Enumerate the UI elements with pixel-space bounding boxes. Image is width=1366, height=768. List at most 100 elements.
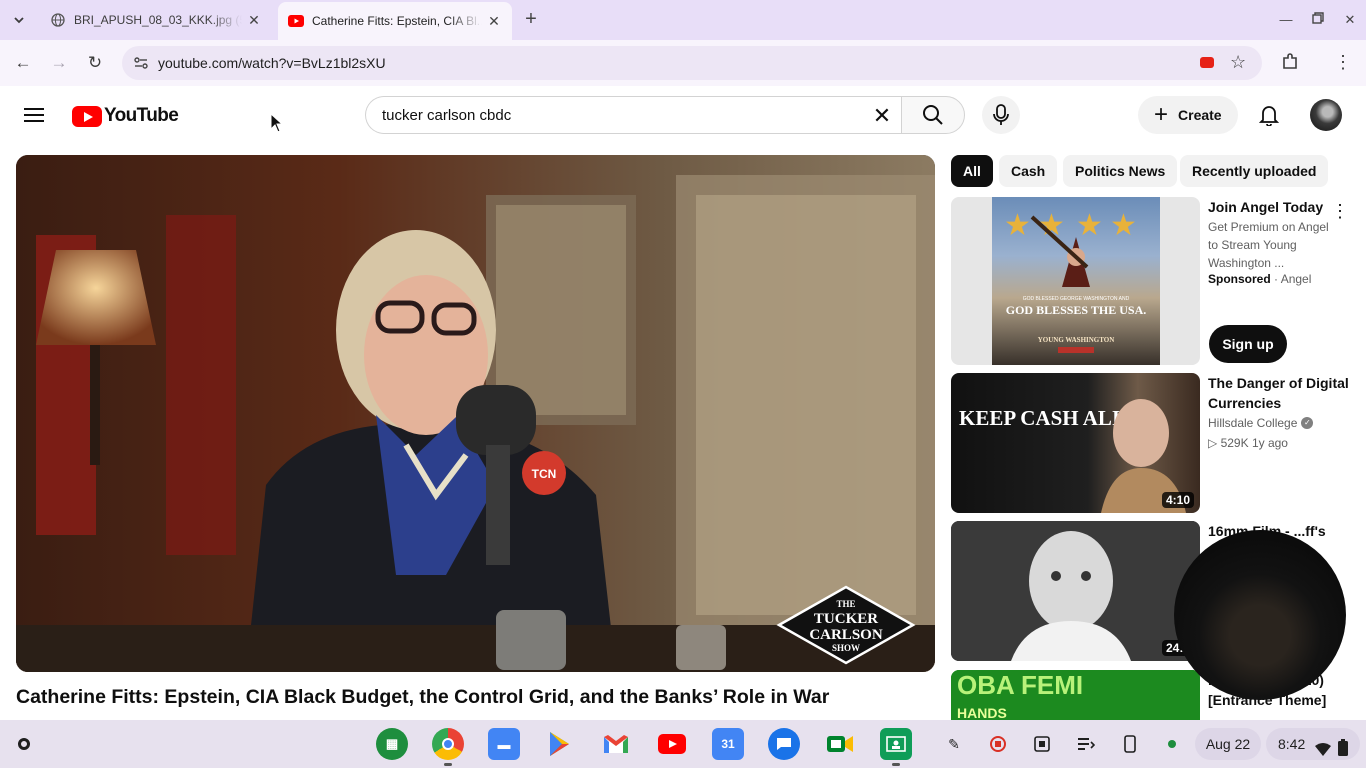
messages-icon[interactable] <box>768 728 800 760</box>
verified-check-icon: ✓ <box>1301 417 1314 429</box>
watermark-line-3: CARLSON <box>809 627 883 643</box>
guide-menu-icon[interactable] <box>24 105 48 125</box>
close-tab-icon[interactable]: ✕ <box>486 13 502 29</box>
microphone-icon <box>993 104 1009 125</box>
view-count: 529K <box>1220 436 1249 450</box>
chip-cash[interactable]: Cash <box>999 155 1058 187</box>
ad-title[interactable]: Join Angel Today <box>1208 199 1323 215</box>
close-tab-icon[interactable]: ✕ <box>246 12 262 28</box>
system-status-area[interactable]: 8:42 <box>1266 728 1360 760</box>
youtube-app-icon[interactable] <box>656 728 688 760</box>
play-count-icon: ▷ <box>1208 436 1218 450</box>
upload-age: 1y ago <box>1251 436 1288 450</box>
chip-politics-news[interactable]: Politics News <box>1063 155 1178 187</box>
clear-search-icon[interactable]: ✕ <box>869 103 895 129</box>
phone-hub-icon[interactable] <box>1120 734 1140 754</box>
back-arrow-icon[interactable]: ← <box>11 51 35 75</box>
os-shelf: ▦ ▬ 31 ✎ Aug 22 8:42 <box>0 720 1366 768</box>
related-video-thumbnail[interactable]: 24:2 <box>951 521 1200 661</box>
camera-in-use-indicator-icon <box>1162 734 1182 754</box>
new-tab-plus-icon[interactable]: + <box>520 9 542 31</box>
pen-icon[interactable]: ✎ <box>944 734 964 754</box>
battery-icon <box>1338 735 1348 767</box>
search-button[interactable] <box>901 96 965 134</box>
youtube-extension-icon[interactable] <box>1200 57 1214 68</box>
channel-name: Hillsdale College <box>1208 416 1298 430</box>
ad-poster-top-text: GOD BLESSED GEORGE WASHINGTON AND <box>1023 296 1130 302</box>
tab-title: Catherine Fitts: Epstein, CIA Bl... <box>312 14 482 28</box>
app-grid-icon[interactable]: ▦ <box>376 728 408 760</box>
ad-thumbnail[interactable]: ★ ★ ★ ★ GOD BLESSED GEORGE WASHINGTON AN… <box>951 197 1200 365</box>
classroom-icon[interactable] <box>880 728 912 766</box>
star-icon: ★ <box>1076 209 1103 242</box>
notifications-button[interactable] <box>1254 100 1284 130</box>
site-settings-icon[interactable] <box>132 54 150 72</box>
webcam-overlay <box>1174 530 1346 700</box>
screen-record-icon[interactable] <box>988 734 1008 754</box>
select-to-speak-icon[interactable] <box>1076 734 1096 754</box>
browser-tab-image[interactable]: BRI_APUSH_08_03_KKK.jpg (5... ✕ <box>40 4 272 36</box>
youtube-favicon-icon <box>288 13 304 29</box>
video-player[interactable]: TCN THE TUCKER CARLSON SHOW <box>16 155 935 672</box>
search-input[interactable]: tucker carlson cbdc ✕ <box>365 96 901 134</box>
related-video-thumbnail[interactable]: KEEP CASH ALIVE 4:10 <box>951 373 1200 513</box>
youtube-wordmark: YouTube <box>104 105 179 126</box>
star-icon: ★ <box>1110 209 1137 242</box>
extensions-puzzle-icon[interactable] <box>1280 52 1300 72</box>
tab-title: BRI_APUSH_08_03_KKK.jpg (5... <box>74 13 242 27</box>
account-avatar[interactable] <box>1310 99 1342 131</box>
thumb-text: OBA FEMI <box>957 670 1083 700</box>
address-bar[interactable]: youtube.com/watch?v=BvLz1bl2sXU ☆ <box>122 46 1262 80</box>
launcher-icon[interactable] <box>12 732 36 756</box>
screenshot-capture-icon[interactable] <box>1032 734 1052 754</box>
browser-tab-strip: BRI_APUSH_08_03_KKK.jpg (5... ✕ Catherin… <box>0 0 1366 40</box>
watermark-line-4: SHOW <box>832 643 860 653</box>
clock-time: 8:42 <box>1278 736 1306 752</box>
video-duration: 4:10 <box>1161 492 1194 508</box>
related-video-meta: ▷ 529K 1y ago <box>1208 436 1288 450</box>
bell-icon <box>1259 106 1279 126</box>
chip-all[interactable]: All <box>951 155 993 187</box>
related-video-channel[interactable]: Hillsdale College ✓ <box>1208 416 1314 430</box>
browser-toolbar: ← → ↻ youtube.com/watch?v=BvLz1bl2sXU ☆ … <box>0 40 1366 86</box>
minimize-icon[interactable]: — <box>1276 10 1296 30</box>
restore-window-icon[interactable] <box>1308 10 1328 30</box>
chrome-icon[interactable] <box>432 728 464 766</box>
forward-arrow-icon[interactable]: → <box>47 51 71 75</box>
mouse-cursor-icon <box>270 113 284 133</box>
plus-icon: + <box>1154 101 1169 128</box>
sign-up-button[interactable]: Sign up <box>1209 325 1287 363</box>
globe-icon <box>50 12 66 28</box>
related-video-title[interactable]: The Danger of Digital Currencies <box>1208 373 1358 413</box>
bookmark-star-icon[interactable]: ☆ <box>1230 52 1246 73</box>
ad-options-kebab-icon[interactable]: ⋮ <box>1331 201 1349 221</box>
ad-advertiser: Angel <box>1280 272 1312 286</box>
star-icon: ★ <box>1004 209 1031 242</box>
video-frame: TCN THE TUCKER CARLSON SHOW <box>16 155 935 672</box>
gmail-icon[interactable] <box>600 728 632 760</box>
browser-tab-youtube[interactable]: Catherine Fitts: Epstein, CIA Bl... ✕ <box>278 2 512 40</box>
screen: BRI_APUSH_08_03_KKK.jpg (5... ✕ Catherin… <box>0 0 1366 768</box>
chip-recently-uploaded[interactable]: Recently uploaded <box>1180 155 1329 187</box>
thumb-sub-text: HANDS <box>957 705 1007 720</box>
search-icon <box>923 105 943 125</box>
create-button[interactable]: + Create <box>1138 96 1238 134</box>
create-label: Create <box>1178 107 1222 123</box>
youtube-logo[interactable]: YouTube <box>72 104 179 128</box>
browser-menu-kebab-icon[interactable]: ⋮ <box>1334 50 1352 74</box>
tab-search-chevron-icon[interactable] <box>6 8 32 32</box>
voice-search-button[interactable] <box>982 96 1020 134</box>
video-title: Catherine Fitts: Epstein, CIA Black Budg… <box>16 686 830 708</box>
date-display[interactable]: Aug 22 <box>1195 728 1261 760</box>
close-window-icon[interactable]: ✕ <box>1340 10 1360 30</box>
youtube-masthead: YouTube tucker carlson cbdc ✕ + Create <box>0 86 1366 144</box>
files-folder-icon[interactable]: ▬ <box>488 728 520 760</box>
reload-icon[interactable]: ↻ <box>83 51 107 75</box>
calendar-icon[interactable]: 31 <box>712 728 744 760</box>
meet-icon[interactable] <box>824 728 856 760</box>
play-store-icon[interactable] <box>544 728 576 760</box>
search-query-text: tucker carlson cbdc <box>382 107 512 124</box>
watermark-line-2: TUCKER <box>814 611 878 627</box>
watermark-line-1: THE <box>836 599 855 609</box>
related-video-thumbnail[interactable]: OBA FEMI HANDS <box>951 670 1200 720</box>
